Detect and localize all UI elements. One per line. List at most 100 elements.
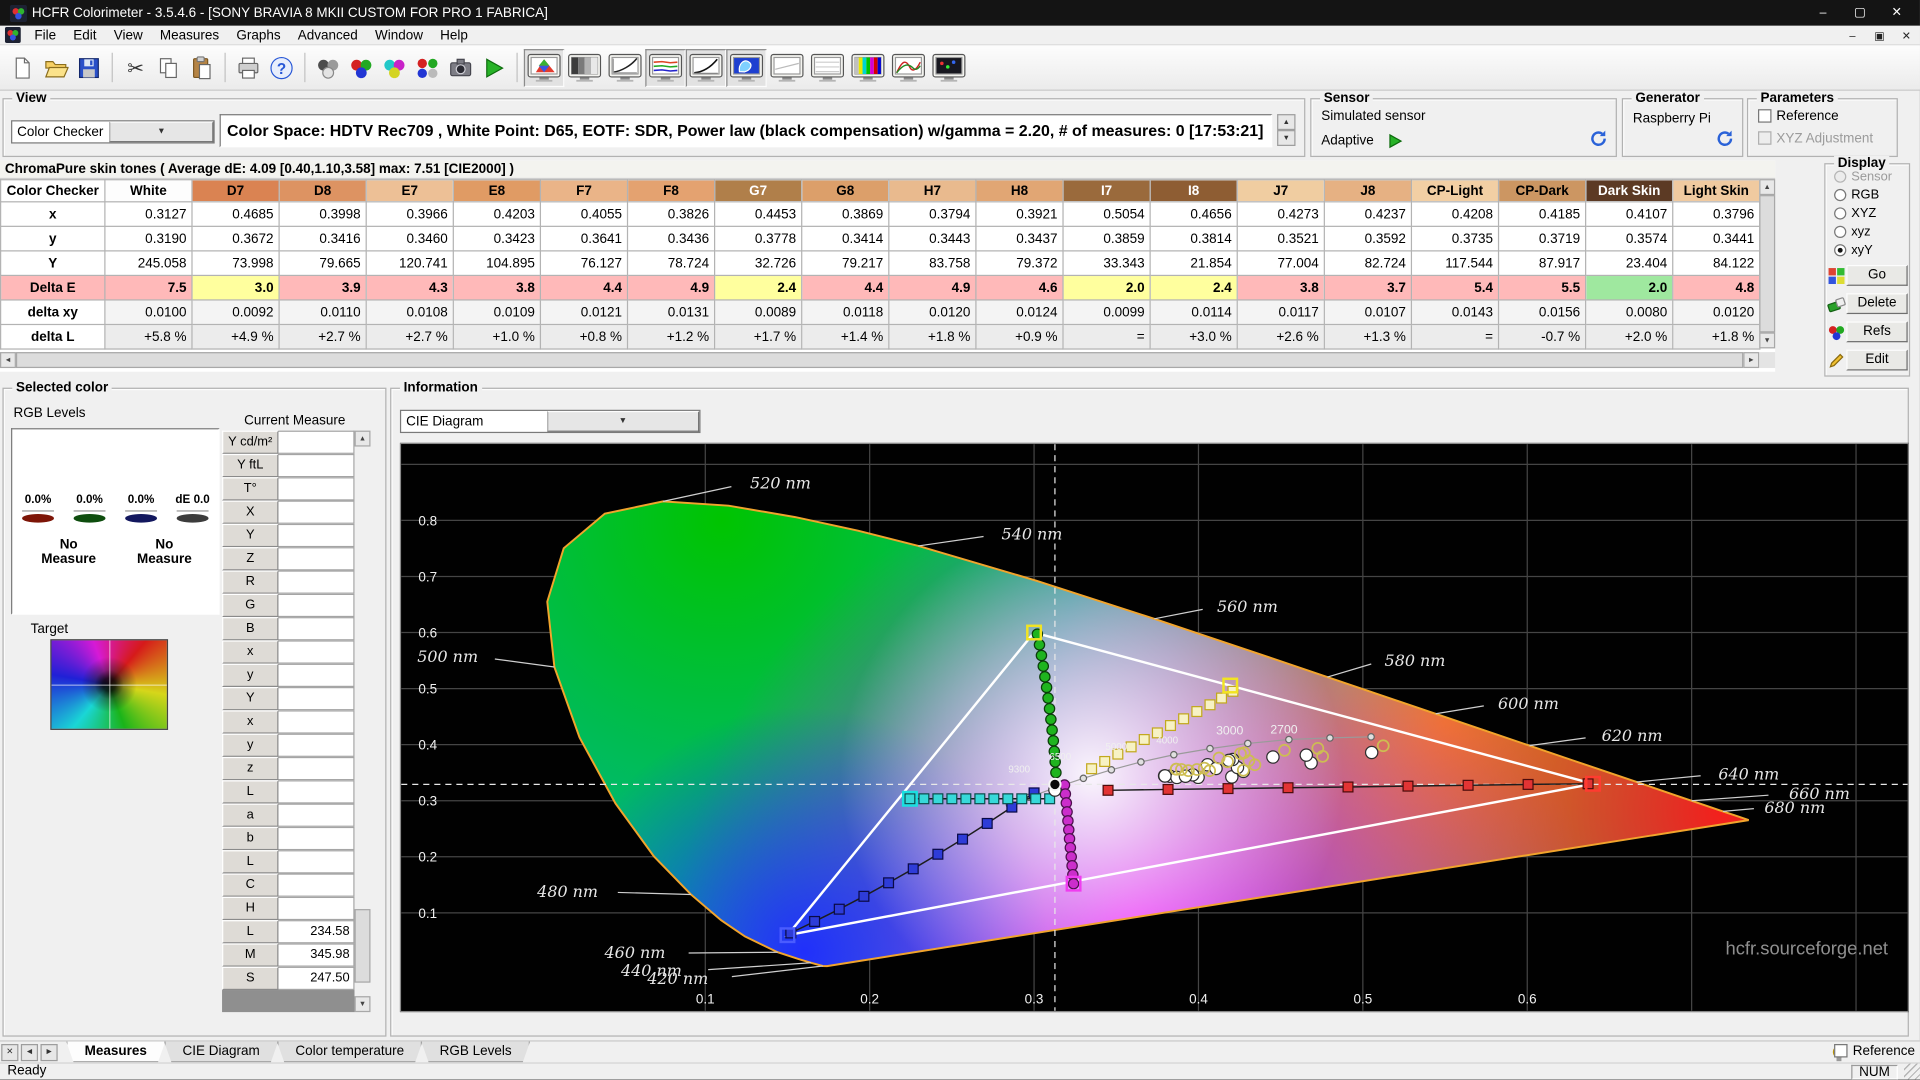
table-horizontal-scrollbar[interactable]: ◄ ► [0, 352, 1760, 369]
cell-y-e7[interactable]: 0.3460 [365, 225, 454, 252]
measure-value[interactable] [278, 873, 355, 897]
refs-button[interactable]: Refs [1846, 321, 1908, 343]
cell-delta-xy-white[interactable]: 0.0100 [104, 299, 193, 326]
radio-icon[interactable] [1834, 188, 1847, 202]
cell-x-f8[interactable]: 0.3826 [626, 201, 716, 227]
cell-delta-l-cp-dark[interactable]: -0.7 % [1497, 323, 1587, 350]
cell-delta-xy-d7[interactable]: 0.0092 [191, 299, 280, 326]
column-header-f7[interactable]: F7 [539, 179, 629, 203]
display-option-rgb[interactable]: RGB [1834, 188, 1909, 202]
measure-value[interactable] [278, 803, 355, 827]
cell-delta-e-cp-light[interactable]: 5.4 [1410, 274, 1500, 301]
view-measures-grid-button[interactable] [807, 48, 847, 86]
cell-x-i8[interactable]: 0.4656 [1149, 201, 1238, 227]
tab-cie-diagram[interactable]: CIE Diagram [164, 1042, 278, 1063]
cell-delta-xy-e7[interactable]: 0.0108 [365, 299, 454, 326]
reference-checkbox[interactable] [1758, 109, 1772, 123]
cell-delta-l-d7[interactable]: +4.9 % [191, 323, 280, 350]
cell-y-g8[interactable]: 79.217 [801, 250, 890, 277]
print-button[interactable] [232, 51, 265, 84]
cell-delta-l-e7[interactable]: +2.7 % [365, 323, 454, 350]
tab-measures[interactable]: Measures [66, 1042, 165, 1063]
menu-advanced[interactable]: Advanced [289, 26, 366, 43]
cell-y-h7[interactable]: 0.3443 [888, 225, 977, 252]
scroll-up-icon[interactable]: ▲ [1759, 179, 1776, 196]
cell-y-d8[interactable]: 0.3416 [278, 225, 367, 252]
cell-delta-l-f8[interactable]: +1.2 % [626, 323, 716, 350]
column-header-light-skin[interactable]: Light Skin [1672, 179, 1761, 203]
measure-grayscale-button[interactable] [312, 51, 345, 84]
scroll-right-icon[interactable]: ► [1743, 352, 1760, 369]
cell-y-light-skin[interactable]: 0.3441 [1672, 225, 1761, 252]
edit-button[interactable]: Edit [1846, 349, 1908, 371]
cell-delta-l-g8[interactable]: +1.4 % [801, 323, 890, 350]
column-header-d8[interactable]: D8 [278, 179, 367, 203]
cell-y-d7[interactable]: 0.3672 [191, 225, 280, 252]
cut-button[interactable]: ✂ [119, 51, 152, 84]
column-header-g8[interactable]: G8 [801, 179, 890, 203]
display-option-xyy[interactable]: xyY [1834, 243, 1909, 258]
cell-delta-e-e7[interactable]: 4.3 [365, 274, 454, 301]
measure-value[interactable]: 345.98 [278, 943, 355, 967]
cell-y-light-skin[interactable]: 84.122 [1672, 250, 1761, 277]
column-header-j7[interactable]: J7 [1236, 179, 1325, 203]
view-gamut-button[interactable] [523, 48, 565, 87]
measure-secondaries-button[interactable] [378, 51, 411, 84]
cell-y-h7[interactable]: 83.758 [888, 250, 977, 277]
cell-delta-xy-h7[interactable]: 0.0120 [888, 299, 977, 326]
measure-value[interactable] [278, 896, 355, 921]
cell-delta-e-cp-dark[interactable]: 5.5 [1497, 274, 1587, 301]
chevron-down-icon[interactable]: ▼ [109, 121, 214, 143]
column-header-i8[interactable]: I8 [1149, 179, 1238, 203]
run-button[interactable] [477, 51, 510, 84]
column-header-e7[interactable]: E7 [365, 179, 454, 203]
close-button[interactable]: ✕ [1878, 1, 1915, 24]
spinner-down-icon[interactable]: ▼ [1277, 130, 1296, 146]
sensor-config-icon[interactable] [1589, 129, 1609, 149]
resize-grip[interactable] [1903, 1063, 1920, 1080]
menu-window[interactable]: Window [366, 26, 431, 43]
measure-value[interactable] [278, 617, 355, 641]
column-header-white[interactable]: White [104, 179, 193, 203]
radio-icon[interactable] [1834, 207, 1847, 220]
measure-value[interactable]: 234.58 [278, 920, 355, 944]
measure-value[interactable] [278, 547, 355, 571]
cell-delta-e-f8[interactable]: 4.9 [626, 274, 716, 301]
cell-x-g7[interactable]: 0.4453 [713, 201, 803, 227]
cell-x-g8[interactable]: 0.3869 [801, 201, 890, 227]
cell-delta-l-j8[interactable]: +1.3 % [1323, 323, 1413, 350]
scroll-thumb[interactable] [354, 909, 371, 983]
column-header-cp-light[interactable]: CP-Light [1410, 179, 1500, 203]
cie-diagram-plot[interactable]: 0.1 0.2 0.3 0.4 0.5 0.6 0.1 0.2 0.3 0.4 0.5 0.6 0.7 0… [399, 442, 1909, 1013]
cell-delta-xy-h8[interactable]: 0.0124 [975, 299, 1064, 326]
measure-value[interactable] [278, 687, 355, 711]
column-header-h8[interactable]: H8 [975, 179, 1064, 203]
cell-delta-l-e8[interactable]: +1.0 % [452, 323, 542, 350]
cell-delta-xy-g7[interactable]: 0.0089 [713, 299, 803, 326]
radio-icon[interactable] [1834, 244, 1847, 257]
view-histogram-button[interactable] [888, 48, 928, 86]
view-colorbars-button[interactable] [848, 48, 888, 86]
tab-scroll-right-icon[interactable]: ► [40, 1044, 58, 1062]
menu-view[interactable]: View [105, 26, 151, 43]
mdi-close-button[interactable]: ✕ [1893, 26, 1920, 43]
cell-x-dark-skin[interactable]: 0.4107 [1585, 201, 1674, 227]
cell-y-f7[interactable]: 76.127 [539, 250, 629, 277]
cell-delta-e-g8[interactable]: 4.4 [801, 274, 890, 301]
measure-value[interactable] [278, 756, 355, 781]
copy-button[interactable] [152, 51, 185, 84]
measure-value[interactable] [278, 500, 355, 524]
cell-delta-xy-j7[interactable]: 0.0117 [1236, 299, 1325, 326]
cell-x-f7[interactable]: 0.4055 [539, 201, 629, 227]
maximize-button[interactable]: ▢ [1841, 1, 1878, 24]
tab-color-temperature[interactable]: Color temperature [277, 1042, 423, 1063]
cell-y-f8[interactable]: 0.3436 [626, 225, 716, 252]
cell-delta-l-cp-light[interactable]: = [1410, 323, 1500, 350]
cell-y-f7[interactable]: 0.3641 [539, 225, 629, 252]
cell-y-g7[interactable]: 0.3778 [713, 225, 803, 252]
cell-y-cp-light[interactable]: 117.544 [1410, 250, 1500, 277]
reference-checkbox-row[interactable]: Reference [1758, 109, 1839, 124]
cell-y-dark-skin[interactable]: 23.404 [1585, 250, 1674, 277]
column-header-cp-dark[interactable]: CP-Dark [1497, 179, 1587, 203]
cell-x-d8[interactable]: 0.3998 [278, 201, 367, 227]
